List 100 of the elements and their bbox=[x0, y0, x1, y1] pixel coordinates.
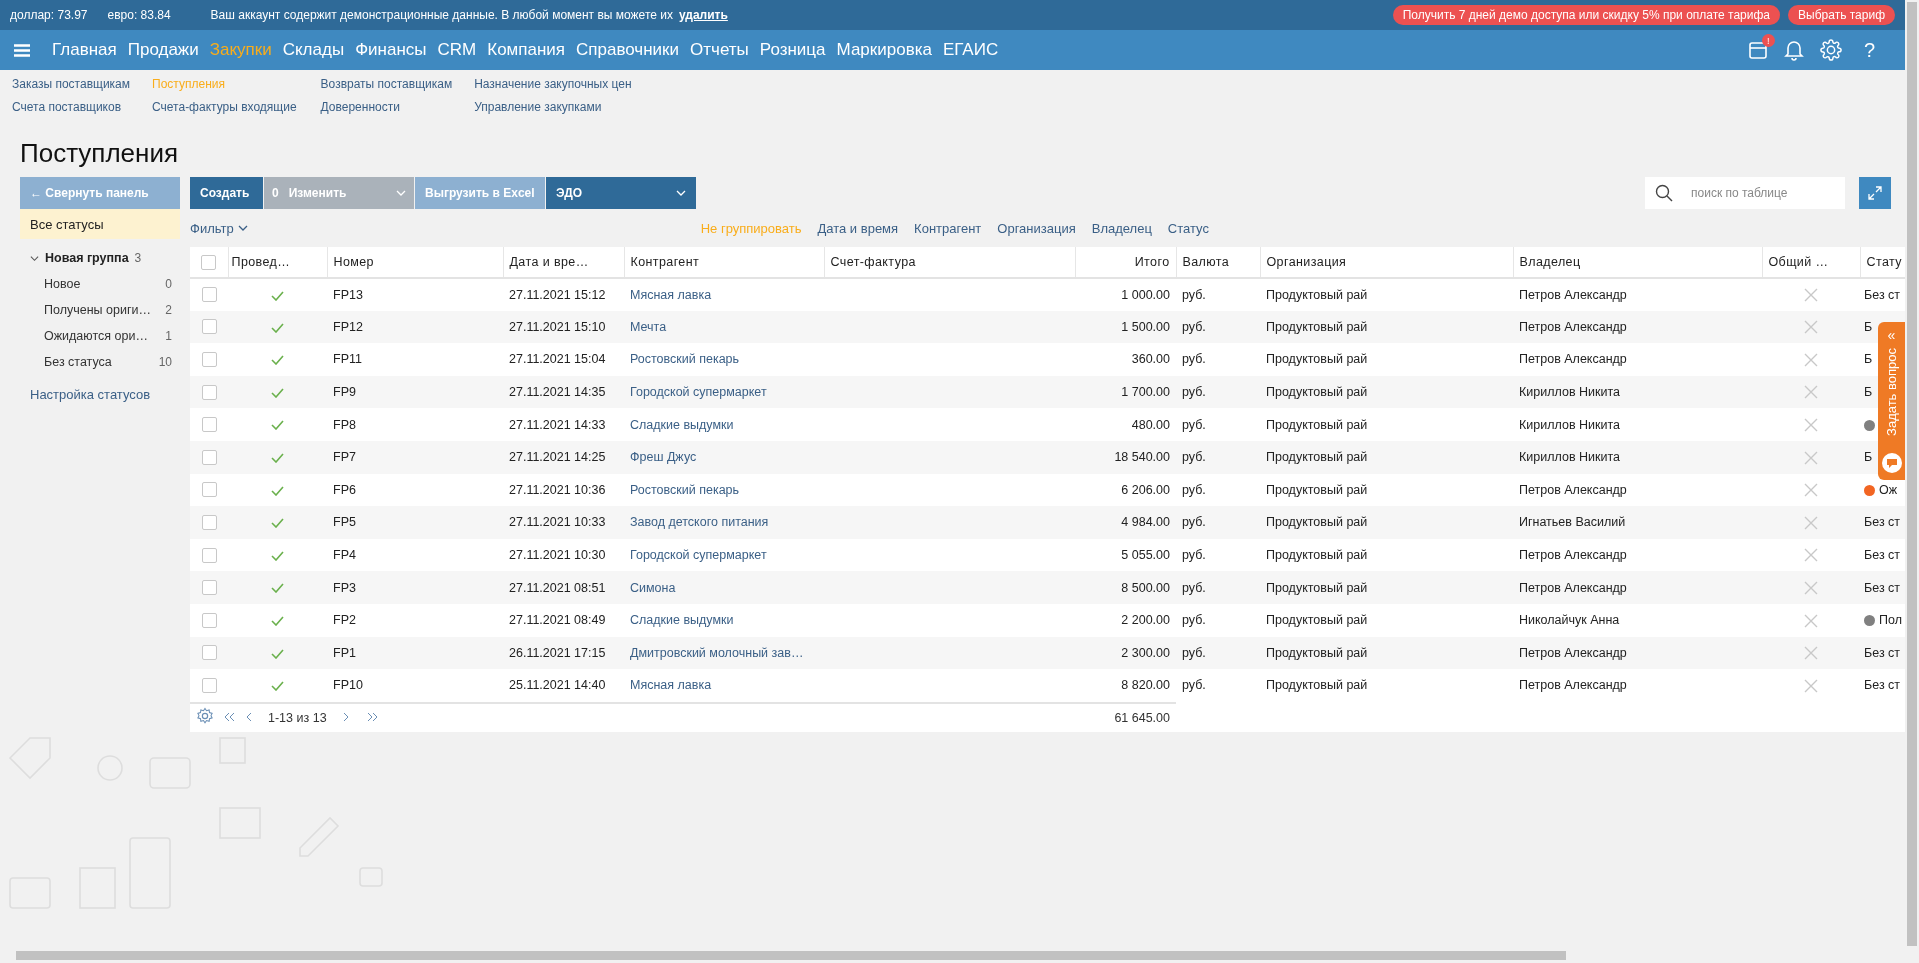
status-count: 10 bbox=[158, 355, 172, 369]
table-cell: 27.11.2021 14:35 bbox=[509, 385, 606, 400]
nav-item[interactable]: Справочники bbox=[576, 40, 680, 60]
status-settings-link[interactable]: Настройка статусов bbox=[20, 375, 180, 414]
status-group[interactable]: Новая группа bbox=[45, 251, 129, 265]
help-button[interactable]: ? bbox=[1857, 37, 1881, 63]
row-checkbox[interactable] bbox=[201, 384, 217, 400]
nav-item[interactable]: Продажи bbox=[127, 40, 199, 60]
row-checkbox[interactable] bbox=[201, 547, 217, 563]
nav-item[interactable]: ЕГАИС bbox=[942, 40, 999, 60]
table-cell: Продуктовый рай bbox=[1266, 613, 1368, 628]
counterparty-link[interactable]: Городской супермаркет bbox=[630, 385, 767, 400]
edo-dropdown[interactable]: ЭДО bbox=[546, 177, 696, 209]
counterparty-link[interactable]: Завод детского питания bbox=[630, 515, 769, 530]
grouping-option[interactable]: Статус bbox=[1167, 220, 1209, 236]
grouping-option[interactable]: Организация bbox=[997, 220, 1076, 236]
table-cell: Продуктовый рай bbox=[1266, 352, 1368, 367]
grouping-option[interactable]: Владелец bbox=[1091, 220, 1152, 236]
counterparty-link[interactable]: Мечта bbox=[630, 319, 667, 334]
table-cell: Продуктовый рай bbox=[1266, 417, 1368, 432]
nav-item[interactable]: Главная bbox=[52, 40, 117, 60]
scrollbar-thumb[interactable] bbox=[1907, 2, 1917, 946]
expand-button[interactable] bbox=[1859, 177, 1891, 209]
grouping-option[interactable]: Контрагент bbox=[914, 220, 982, 236]
status-item[interactable]: Ожидаются ори… bbox=[44, 329, 148, 343]
table-cell: FP8 bbox=[333, 417, 356, 432]
choose-tariff-button[interactable]: Выбрать тариф bbox=[1788, 5, 1895, 25]
submenu-link[interactable]: Возвраты поставщикам bbox=[320, 77, 453, 91]
chat-bubble-icon bbox=[1880, 452, 1903, 474]
submenu-link[interactable]: Счета-фактуры входящие bbox=[152, 100, 297, 114]
counterparty-link[interactable]: Сладкие выдумки bbox=[630, 417, 734, 432]
row-checkbox[interactable] bbox=[201, 580, 217, 596]
table-cell: 4 984.00 bbox=[1121, 515, 1170, 530]
counterparty-link[interactable]: Сладкие выдумки bbox=[630, 613, 734, 628]
menu-icon[interactable] bbox=[14, 43, 30, 57]
table-cell: 27.11.2021 15:12 bbox=[509, 287, 606, 302]
row-checkbox[interactable] bbox=[201, 319, 217, 335]
nav-item[interactable]: Отчеты bbox=[690, 40, 749, 60]
nav-item[interactable]: Маркировка bbox=[836, 40, 932, 60]
table-cell: Кириллов Никита bbox=[1519, 385, 1620, 400]
table-cell: Ож bbox=[1879, 482, 1898, 497]
counterparty-link[interactable]: Симона bbox=[630, 580, 676, 595]
row-checkbox[interactable] bbox=[201, 417, 217, 433]
table-cell: Б bbox=[1864, 385, 1873, 400]
counterparty-link[interactable]: Ростовский пекарь bbox=[630, 482, 740, 497]
submenu-link[interactable]: Заказы поставщикам bbox=[12, 77, 131, 91]
create-button[interactable]: Создать bbox=[190, 177, 263, 209]
promo-button[interactable]: Получить 7 дней демо доступа или скидку 5% при оплате тарифа bbox=[1392, 5, 1781, 25]
scrollbar-thumb[interactable] bbox=[16, 951, 1566, 960]
counterparty-link[interactable]: Фреш Джус bbox=[630, 450, 697, 465]
table-cell: Продуктовый рай bbox=[1266, 287, 1368, 302]
calendar-icon[interactable] bbox=[1747, 40, 1768, 60]
submenu-link[interactable]: Управление закупками bbox=[474, 100, 632, 114]
chevron-icon bbox=[237, 225, 248, 231]
table-cell: Петров Александр bbox=[1519, 482, 1627, 497]
row-checkbox[interactable] bbox=[201, 645, 217, 661]
select-all-checkbox[interactable] bbox=[201, 254, 217, 270]
counterparty-link[interactable]: Дмитровский молочный зав… bbox=[630, 645, 804, 660]
counterparty-link[interactable]: Городской супермаркет bbox=[630, 548, 767, 563]
nav-item[interactable]: Компания bbox=[487, 40, 566, 60]
table-cell: 18 540.00 bbox=[1114, 450, 1170, 465]
bell-icon[interactable] bbox=[1783, 39, 1804, 61]
row-checkbox[interactable] bbox=[201, 612, 217, 628]
table-cell: Продуктовый рай bbox=[1266, 450, 1368, 465]
search-field[interactable]: поиск по таблице bbox=[1645, 177, 1845, 209]
chevron-icon[interactable] bbox=[30, 253, 39, 263]
submenu-link[interactable]: Счета поставщиков bbox=[12, 100, 131, 114]
status-item[interactable]: Получены ориги… bbox=[44, 303, 151, 317]
status-item[interactable]: Без статуса bbox=[44, 355, 112, 369]
table-cell: Петров Александр bbox=[1519, 352, 1627, 367]
table-cell: Без ст bbox=[1864, 645, 1901, 660]
delete-link[interactable]: удалить bbox=[678, 8, 728, 22]
counterparty-link[interactable]: Ростовский пекарь bbox=[630, 352, 740, 367]
counterparty-link[interactable]: Мясная лавка bbox=[630, 287, 712, 302]
row-checkbox[interactable] bbox=[201, 449, 217, 465]
submenu-link[interactable]: Доверенности bbox=[320, 100, 453, 114]
row-checkbox[interactable] bbox=[201, 482, 217, 498]
table-cell: Петров Александр bbox=[1519, 319, 1627, 334]
table-cell: Продуктовый рай bbox=[1266, 385, 1368, 400]
row-checkbox[interactable] bbox=[201, 287, 217, 303]
table-cell: Без ст bbox=[1864, 678, 1901, 693]
row-checkbox[interactable] bbox=[201, 678, 217, 693]
grouping-option[interactable]: Дата и время bbox=[817, 220, 899, 236]
table-cell: Продуктовый рай bbox=[1266, 319, 1368, 334]
submenu-link[interactable]: Назначение закупочных цен bbox=[474, 77, 632, 91]
status-count: 0 bbox=[165, 277, 172, 291]
settings-icon[interactable] bbox=[1819, 39, 1842, 61]
table-cell: Кириллов Никита bbox=[1519, 417, 1620, 432]
nav-item[interactable]: Розница bbox=[759, 40, 826, 60]
row-checkbox[interactable] bbox=[201, 515, 217, 531]
row-checkbox[interactable] bbox=[201, 352, 217, 368]
table-cell: FP12 bbox=[333, 319, 363, 334]
nav-item[interactable]: CRM bbox=[437, 40, 477, 60]
counterparty-link[interactable]: Мясная лавка bbox=[630, 678, 712, 693]
nav-item[interactable]: Склады bbox=[282, 40, 345, 60]
status-filter-item[interactable]: Все статусы bbox=[20, 209, 180, 239]
filter-button[interactable]: Фильтр bbox=[190, 220, 248, 236]
table-cell: FP10 bbox=[333, 678, 363, 693]
status-item[interactable]: Новое bbox=[44, 277, 81, 291]
nav-item[interactable]: Финансы bbox=[355, 40, 427, 60]
